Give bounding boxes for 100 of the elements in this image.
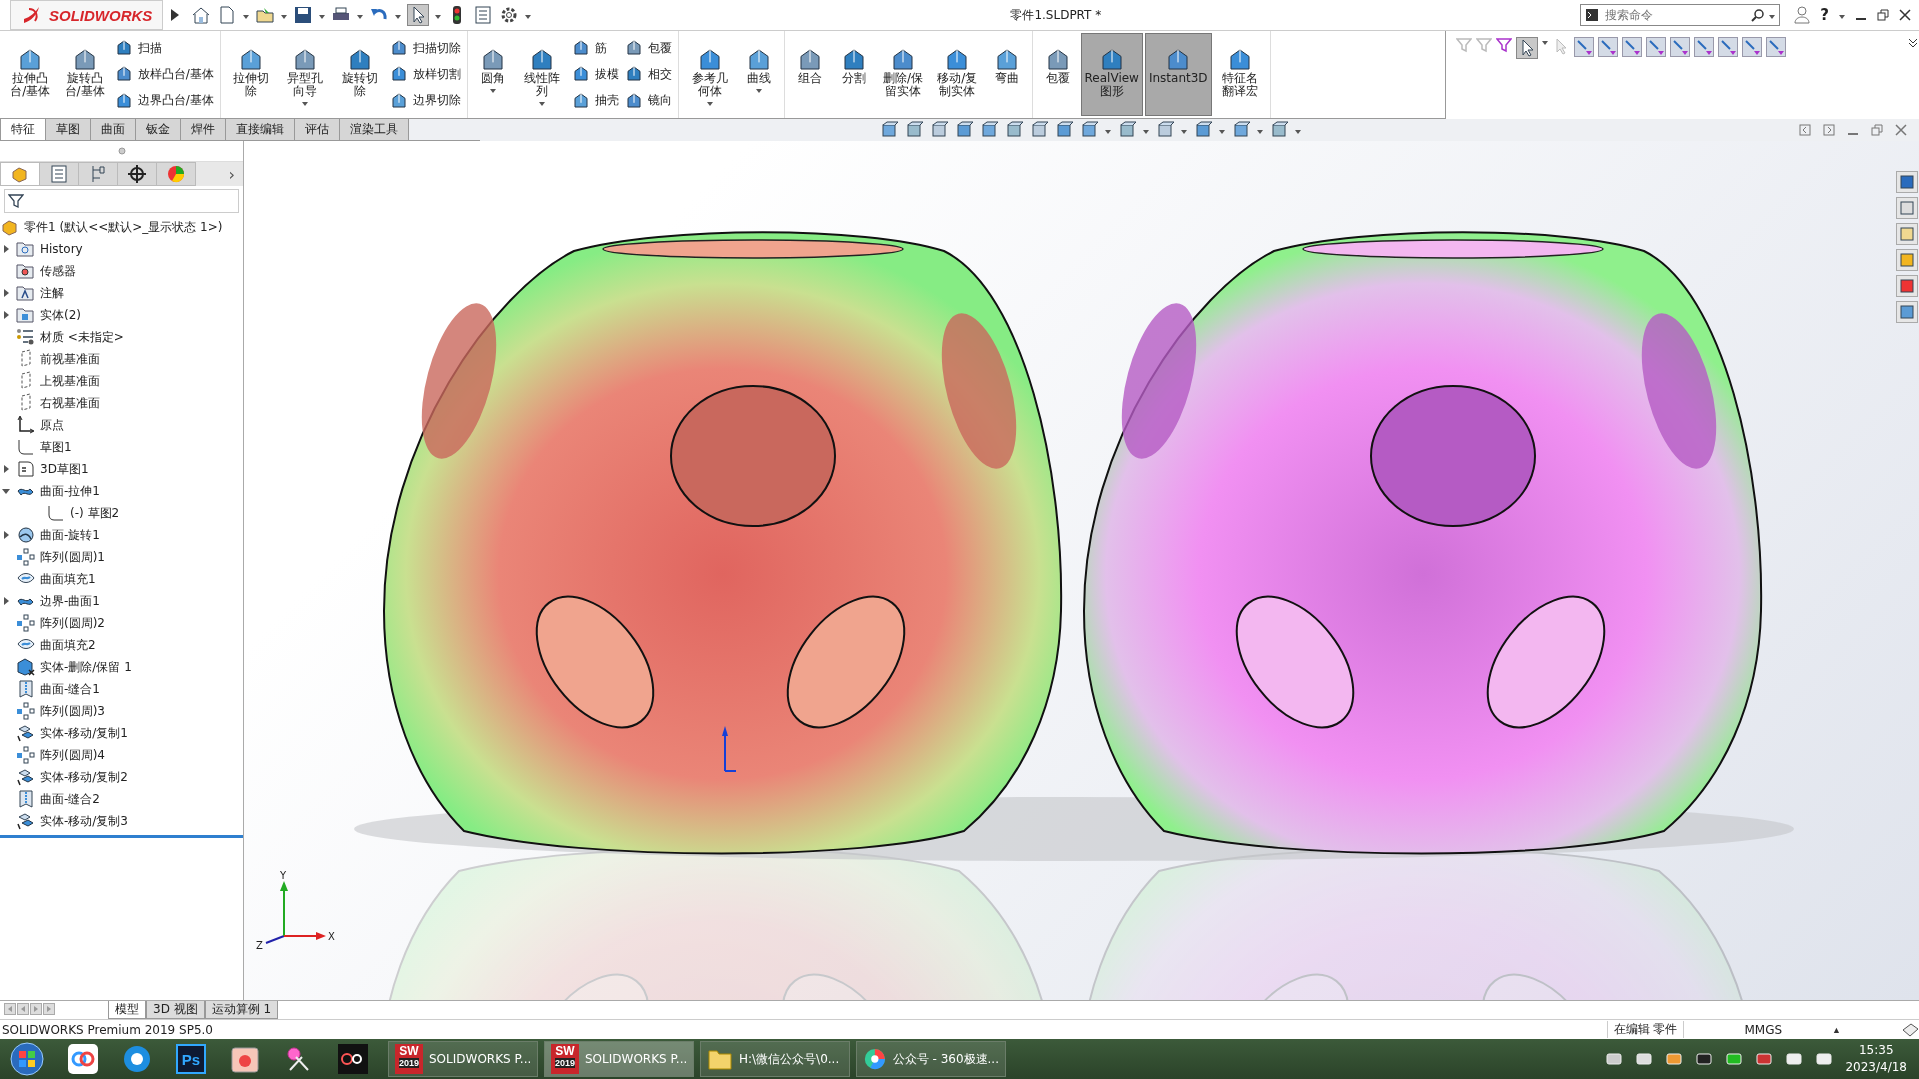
taskbar-button[interactable]: 公众号 - 360极速... [856,1041,1006,1077]
dropdown-caret-icon[interactable] [755,89,762,93]
dropdown-caret-icon[interactable] [706,102,713,106]
more-tabs-button[interactable]: › [220,162,243,186]
ribbon-button[interactable]: 扫描切除 [388,38,463,59]
expand-arrow-icon[interactable] [2,597,10,605]
dropdown-caret-icon[interactable] [1542,41,1548,45]
ribbon-button[interactable]: 拉伸凸台/基体 [4,33,57,116]
expand-arrow-icon[interactable] [2,245,10,253]
tree-item[interactable]: 注解 [40,284,64,302]
bottom-tab[interactable]: 运动算例 1 [204,1001,279,1019]
ribbon-button[interactable]: 曲线 [737,33,780,116]
dropdown-caret-icon[interactable] [319,15,326,19]
dropdown-caret-icon[interactable] [1105,130,1111,134]
ribbon-button[interactable]: 包覆 [1036,33,1079,116]
ribbon-button[interactable]: 特征名翻译宏 [1213,33,1266,116]
tree-item[interactable]: History [40,242,83,256]
ribbon-button[interactable]: 相交 [623,64,675,85]
dropdown-caret-icon[interactable] [1219,130,1225,134]
selection-filter-icon[interactable] [1742,37,1762,57]
tree-item[interactable]: 阵列(圆周)3 [40,702,105,720]
units-menu-button[interactable]: ▲ [1832,1024,1841,1035]
tree-item[interactable]: 零件1 (默认<<默认>_显示状态 1>) [24,218,223,236]
dropdown-caret-icon[interactable] [1181,130,1187,134]
ribbon-tab[interactable]: 草图 [45,118,91,140]
expand-arrow-icon[interactable] [2,531,10,539]
dropdown-caret-icon[interactable] [435,15,442,19]
ribbon-tab[interactable]: 直接编辑 [225,118,295,140]
ribbon-tab[interactable]: 特征 [0,118,46,140]
ribbon-tab[interactable]: 渲染工具 [339,118,409,140]
ribbon-button[interactable]: 分割 [832,33,875,116]
ribbon-button[interactable]: 抽壳 [570,90,622,111]
ribbon-button[interactable]: 移动/复制实体 [931,33,984,116]
ribbon-tab[interactable]: 评估 [294,118,340,140]
ribbon-tab[interactable]: 焊件 [180,118,226,140]
tree-item[interactable]: 实体-移动/复制3 [40,812,128,830]
dropdown-caret-icon[interactable] [395,15,402,19]
restore-icon[interactable] [1877,9,1889,21]
ribbon-button[interactable]: 筋 [570,38,622,59]
ribbon-button[interactable]: Instant3D [1144,33,1212,116]
ribbon-button[interactable]: 镜向 [623,90,675,111]
tree-item[interactable]: 上视基准面 [40,372,100,390]
ribbon-button[interactable]: 边界凸台/基体 [112,90,216,111]
start-orb-icon[interactable] [10,1042,44,1076]
tree-item[interactable]: 草图1 [40,438,72,456]
selection-filter-icon[interactable] [1766,37,1786,57]
selection-filter-icon[interactable] [1670,37,1690,57]
ribbon-button[interactable]: 删除/保留实体 [876,33,930,116]
clock-time[interactable]: 15:35 [1858,1042,1894,1059]
tree-item[interactable]: 实体-移动/复制2 [40,768,128,786]
tree-item[interactable]: (-) 草图2 [70,504,120,522]
photoshop-app-icon[interactable]: Ps [176,1044,206,1074]
panel-tab[interactable] [117,162,157,186]
tree-item[interactable]: 3D草图1 [40,460,89,478]
ribbon-button[interactable]: RealView图形 [1080,33,1143,116]
tree-item[interactable]: 曲面填充2 [40,636,96,654]
ribbon-tab[interactable]: 钣金 [135,118,181,140]
tree-item[interactable]: 曲面-缝合2 [40,790,100,808]
restore-icon[interactable] [1871,124,1883,136]
dropdown-caret-icon[interactable] [1257,130,1263,134]
bottom-tab[interactable]: 模型 [108,1001,146,1019]
collapse-chevron-icon[interactable] [1907,37,1919,49]
ribbon-tab[interactable]: 曲面 [90,118,136,140]
tree-item[interactable]: 阵列(圆周)1 [40,548,105,566]
tile-left-icon[interactable] [1799,124,1811,136]
list-icon[interactable] [473,5,494,25]
ribbon-button[interactable]: 线性阵列 [516,33,569,116]
cloud-app-icon[interactable] [68,1044,98,1074]
expand-arrow-icon[interactable] [2,311,10,319]
search-field[interactable]: 搜索命令 [1580,4,1781,26]
dropdown-caret-icon[interactable] [243,15,250,19]
ribbon-button[interactable]: 参考几何体 [683,33,736,116]
close-icon[interactable] [1899,9,1911,21]
ribbon-button[interactable]: 旋转切除 [333,33,386,116]
tree-item[interactable]: 边界-曲面1 [40,592,100,610]
tree-item[interactable]: 曲面-缝合1 [40,680,100,698]
pointer-icon[interactable] [1516,37,1538,59]
dropdown-caret-icon[interactable] [1839,15,1845,19]
dropdown-caret-icon[interactable] [281,15,288,19]
dropdown-caret-icon[interactable] [490,89,496,93]
calendar-app-icon[interactable] [230,1044,260,1074]
taskbar-button[interactable]: H:\微信公众号\0... [700,1041,850,1077]
ribbon-button[interactable]: 弯曲 [985,33,1028,116]
expand-arrow-icon[interactable] [2,289,10,297]
tree-item[interactable]: 传感器 [40,262,76,280]
search-icon[interactable] [1751,8,1766,22]
dropdown-caret-icon[interactable] [525,15,532,19]
tree-item[interactable]: 原点 [40,416,64,434]
help-button[interactable]: ? [1820,6,1829,24]
ribbon-button[interactable]: 圆角 [472,33,514,116]
selection-filter-icon[interactable] [1718,37,1738,57]
dropdown-caret-icon[interactable] [1143,130,1149,134]
clock-date[interactable]: 2023/4/18 [1845,1059,1907,1076]
selection-filter-icon[interactable] [1598,37,1618,57]
tree-item[interactable]: 前视基准面 [40,350,100,368]
ribbon-button[interactable]: 旋转凸台/基体 [58,33,111,116]
dropdown-caret-icon[interactable] [539,102,546,106]
open-folder-icon[interactable] [255,5,276,25]
ribbon-button[interactable]: 放样切割 [388,64,463,85]
recorder-app-icon[interactable] [338,1044,368,1074]
